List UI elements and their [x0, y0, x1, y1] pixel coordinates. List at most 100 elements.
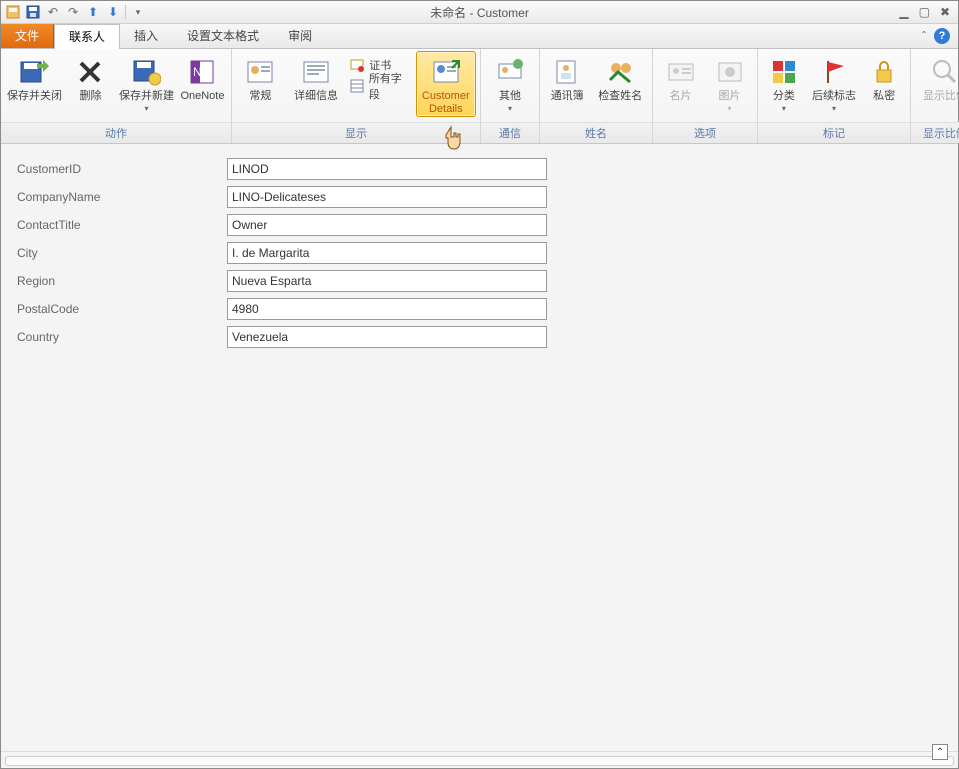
help-icon[interactable]: ? — [934, 28, 950, 44]
ribbon-group-show: 常规 详细信息 证书 — [232, 49, 481, 143]
picture-icon — [714, 56, 746, 88]
tab-format-text[interactable]: 设置文本格式 — [173, 24, 274, 48]
business-card-button[interactable]: 名片 — [657, 51, 704, 117]
qat-prev-icon[interactable]: ⬆ — [85, 4, 101, 20]
label-companyname: CompanyName — [17, 190, 217, 204]
save-close-button[interactable]: 保存并关闭 — [5, 51, 64, 117]
input-contacttitle[interactable] — [227, 214, 547, 236]
customer-details-label: Customer Details — [417, 90, 475, 116]
form-area: CustomerID CompanyName ContactTitle City… — [1, 144, 958, 751]
details-icon — [300, 56, 332, 88]
zoom-label: 显示比例 — [916, 90, 959, 116]
group-label-actions: 动作 — [1, 122, 231, 143]
delete-icon — [74, 56, 106, 88]
save-close-label: 保存并关闭 — [6, 90, 63, 116]
other-button[interactable]: 其他 ▾ — [485, 51, 535, 114]
onenote-label: OneNote — [179, 90, 226, 116]
qat-customize-icon[interactable]: ▾ — [130, 4, 146, 20]
certificate-icon — [349, 57, 365, 73]
delete-label: 删除 — [67, 90, 114, 116]
customer-details-icon — [430, 56, 462, 88]
input-customerid[interactable] — [227, 158, 547, 180]
onenote-icon: N — [186, 56, 218, 88]
input-region[interactable] — [227, 270, 547, 292]
private-button[interactable]: 私密 — [862, 51, 906, 117]
group-label-options: 选项 — [653, 122, 757, 143]
other-icon — [494, 56, 526, 88]
lock-icon — [868, 56, 900, 88]
label-country: Country — [17, 330, 217, 344]
save-new-icon — [130, 56, 162, 88]
tab-file[interactable]: 文件 — [1, 24, 54, 48]
check-names-button[interactable]: 检查姓名 — [592, 51, 648, 117]
svg-text:N: N — [193, 65, 202, 79]
ribbon-group-names: 通讯簿 检查姓名 姓名 — [540, 49, 653, 143]
qat-redo-icon[interactable]: ↷ — [65, 4, 81, 20]
window-controls: ▁ ▢ ✖ — [897, 5, 958, 19]
all-fields-button[interactable]: 所有字段 — [347, 76, 413, 96]
follow-up-button[interactable]: 后续标志 ▾ — [808, 51, 860, 114]
address-book-label: 通讯簿 — [545, 90, 589, 116]
tab-contacts[interactable]: 联系人 — [54, 24, 120, 49]
zoom-button[interactable]: 显示比例 — [915, 51, 959, 117]
group-label-zoom: 显示比例 — [911, 122, 959, 143]
categorize-icon — [768, 56, 800, 88]
label-city: City — [17, 246, 217, 260]
zoom-icon — [929, 56, 959, 88]
minimize-button[interactable]: ▁ — [897, 5, 910, 19]
group-label-names: 姓名 — [540, 122, 652, 143]
label-contacttitle: ContactTitle — [17, 218, 217, 232]
business-card-label: 名片 — [658, 90, 703, 116]
expand-pane-button[interactable]: ⌃ — [932, 744, 948, 760]
form-grid: CustomerID CompanyName ContactTitle City… — [17, 158, 942, 348]
group-label-tags: 标记 — [758, 122, 910, 143]
label-region: Region — [17, 274, 217, 288]
ribbon-group-comm: 其他 ▾ 通信 — [481, 49, 540, 143]
label-postalcode: PostalCode — [17, 302, 217, 316]
qat-undo-icon[interactable]: ↶ — [45, 4, 61, 20]
group-label-comm: 通信 — [481, 122, 539, 143]
flag-icon — [818, 56, 850, 88]
ribbon-group-tags: 分类 ▾ 后续标志 ▾ 私密 标记 — [758, 49, 911, 143]
delete-button[interactable]: 删除 — [66, 51, 115, 117]
tab-insert[interactable]: 插入 — [120, 24, 173, 48]
ribbon-group-actions: 保存并关闭 删除 保存并新建 ▾ N — [1, 49, 232, 143]
business-card-icon — [665, 56, 697, 88]
input-postalcode[interactable] — [227, 298, 547, 320]
address-book-button[interactable]: 通讯簿 — [544, 51, 590, 117]
customer-details-button[interactable]: Customer Details — [416, 51, 476, 117]
categorize-button[interactable]: 分类 ▾ — [762, 51, 806, 114]
close-button[interactable]: ✖ — [938, 5, 952, 19]
ribbon-tabs: 文件 联系人 插入 设置文本格式 审阅 ˆ ? — [1, 24, 958, 49]
ribbon-group-options: 名片 图片 ▾ 选项 — [653, 49, 758, 143]
details-button[interactable]: 详细信息 — [287, 51, 346, 117]
qat-separator — [125, 5, 126, 19]
maximize-button[interactable]: ▢ — [917, 5, 932, 19]
qat-save-icon[interactable] — [25, 4, 41, 20]
all-fields-label: 所有字段 — [369, 70, 412, 102]
titlebar: ↶ ↷ ⬆ ⬇ ▾ 未命名 - Customer ▁ ▢ ✖ — [1, 1, 958, 24]
group-label-show: 显示 — [232, 122, 480, 143]
ribbon-collapse-icon[interactable]: ˆ — [922, 29, 926, 43]
check-names-icon — [604, 56, 636, 88]
ribbon: 保存并关闭 删除 保存并新建 ▾ N — [1, 49, 958, 144]
app-icon — [5, 4, 21, 20]
details-label: 详细信息 — [288, 90, 345, 116]
input-city[interactable] — [227, 242, 547, 264]
general-button[interactable]: 常规 — [236, 51, 285, 117]
onenote-button[interactable]: N OneNote — [178, 51, 227, 117]
horizontal-scrollbar[interactable] — [1, 751, 958, 768]
address-book-icon — [551, 56, 583, 88]
save-new-button[interactable]: 保存并新建 ▾ — [117, 51, 176, 114]
private-label: 私密 — [863, 90, 905, 116]
picture-button[interactable]: 图片 ▾ — [706, 51, 753, 114]
general-label: 常规 — [237, 90, 284, 116]
label-customerid: CustomerID — [17, 162, 217, 176]
quick-access-toolbar: ↶ ↷ ⬆ ⬇ ▾ — [1, 4, 146, 20]
tab-review[interactable]: 审阅 — [274, 24, 327, 48]
all-fields-icon — [349, 78, 365, 94]
qat-next-icon[interactable]: ⬇ — [105, 4, 121, 20]
save-close-icon — [18, 56, 50, 88]
input-companyname[interactable] — [227, 186, 547, 208]
input-country[interactable] — [227, 326, 547, 348]
